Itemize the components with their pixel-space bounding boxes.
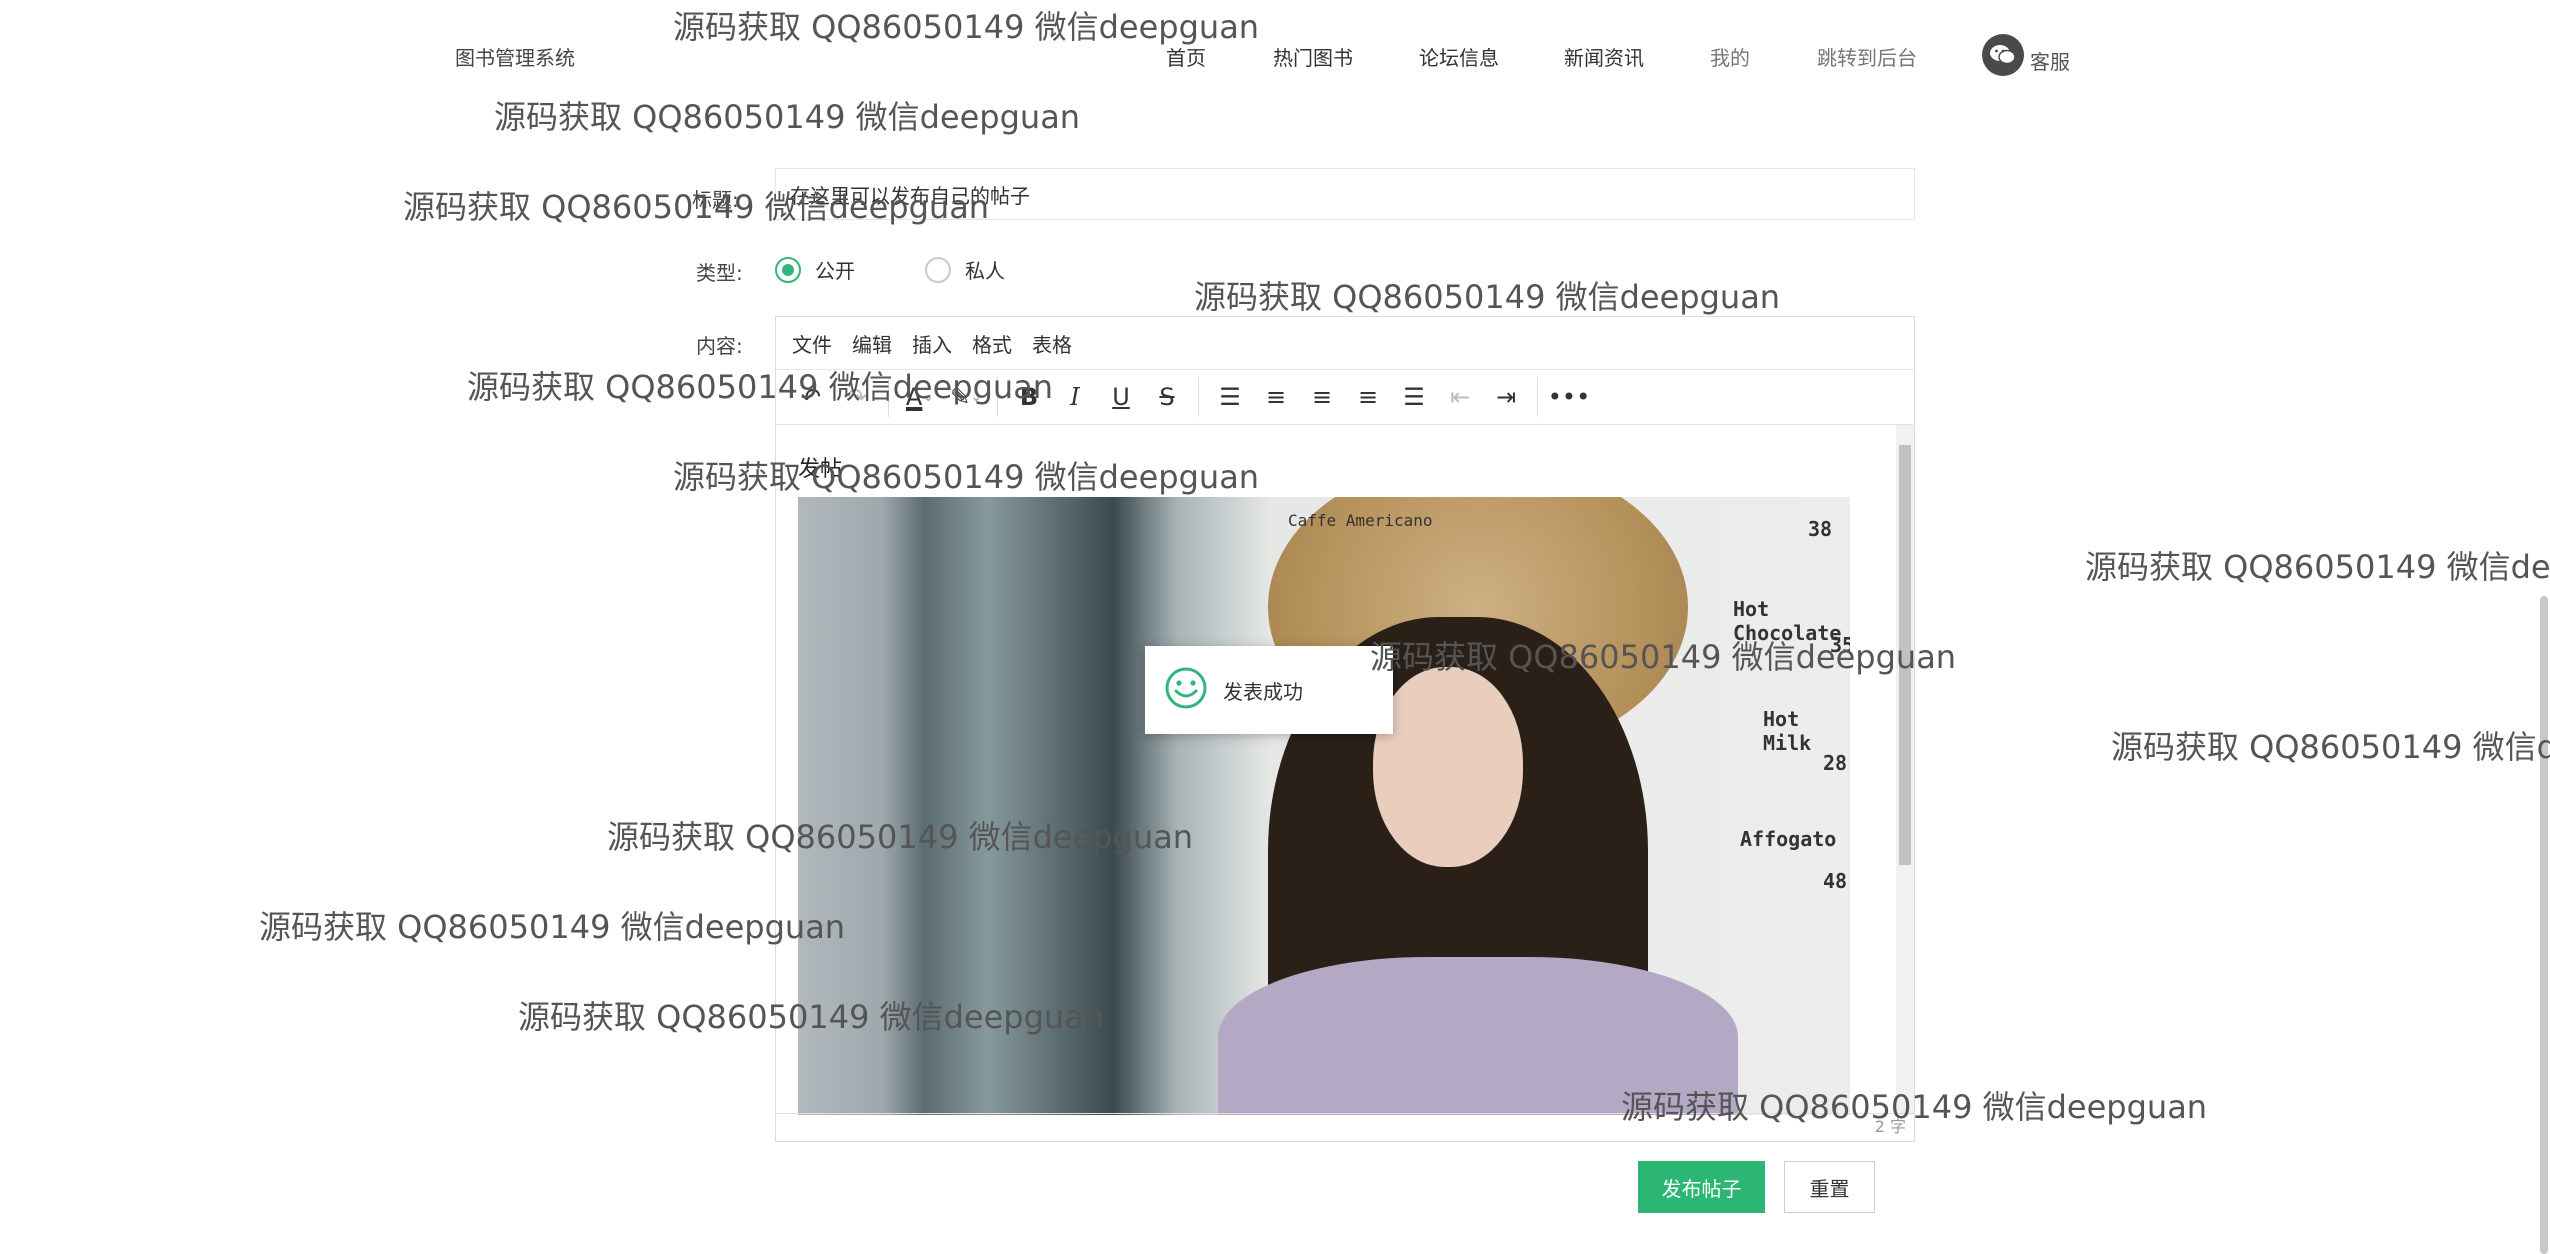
nav-news[interactable]: 新闻资讯 <box>1564 42 1644 71</box>
nav-hot-books[interactable]: 热门图书 <box>1273 42 1353 71</box>
align-justify-icon[interactable]: ☰ <box>1391 375 1437 419</box>
photo-menu-price: 48 <box>1823 869 1848 893</box>
watermark: 源码获取 QQ86050149 微信deepguan <box>494 98 1081 136</box>
word-count: 2 字 <box>1874 1117 1906 1136</box>
photo-menu-item: Affogato <box>1740 827 1837 851</box>
editor-scroll-thumb[interactable] <box>1899 445 1911 865</box>
redo-icon[interactable]: ↷ <box>834 375 880 419</box>
content-label: 内容: <box>696 334 743 358</box>
menu-format[interactable]: 格式 <box>972 329 1012 358</box>
toolbar-divider <box>997 377 998 417</box>
toast-message: 发表成功 <box>1223 679 1303 704</box>
photo-menu-price: 28 <box>1823 751 1848 775</box>
reset-button[interactable]: 重置 <box>1784 1161 1875 1213</box>
strikethrough-icon[interactable]: S <box>1144 375 1190 419</box>
indent-icon[interactable]: ⇥ <box>1483 375 1529 419</box>
underline-icon[interactable]: U <box>1098 375 1144 419</box>
radio-private[interactable] <box>925 256 951 283</box>
text-color-icon[interactable]: A ⌄ <box>897 375 943 419</box>
bold-icon[interactable]: B <box>1006 375 1052 419</box>
photo-menu-price: 38 <box>1808 517 1833 541</box>
more-icon[interactable]: ••• <box>1546 375 1592 419</box>
menu-insert[interactable]: 插入 <box>912 329 952 358</box>
editor-toolbar: ↶ ↷ A ⌄ ✎ ⌄ B I U S ☰ ≡ ≡ ≡ ☰ ⇤ ⇥ ••• <box>776 369 1914 425</box>
editor-body-text: 发帖 <box>798 457 843 482</box>
toolbar-divider <box>1198 377 1199 417</box>
highlight-color-icon[interactable]: ✎ ⌄ <box>943 375 989 419</box>
customer-service[interactable]: 客服 <box>1982 34 2070 76</box>
radio-public[interactable] <box>775 256 801 283</box>
smile-icon <box>1165 667 1207 714</box>
toolbar-divider <box>1537 377 1538 417</box>
photo-menu-price: 35 <box>1830 633 1850 657</box>
radio-public-label[interactable]: 公开 <box>815 255 855 284</box>
site-brand: 图书管理系统 <box>455 46 575 70</box>
align-right-icon[interactable]: ≡ <box>1345 375 1391 419</box>
toolbar-divider <box>888 377 889 417</box>
type-label: 类型: <box>696 261 743 285</box>
wechat-icon <box>1982 34 2024 76</box>
photo-menu-item: Hot Milk <box>1763 707 1812 755</box>
align-left-icon[interactable]: ≡ <box>1253 375 1299 419</box>
menu-file[interactable]: 文件 <box>792 329 832 358</box>
watermark: 源码获取 QQ86050149 微信deepguan <box>1194 278 1781 316</box>
editor-content-area[interactable]: 发帖 Caffe Americano 38 Hot Chocolate 35 H… <box>776 425 1898 1115</box>
title-input[interactable] <box>775 168 1915 220</box>
editor-statusbar: 2 字 <box>776 1113 1914 1141</box>
align-center-icon[interactable]: ≡ <box>1299 375 1345 419</box>
type-radio-group: 公开 私人 <box>775 255 1061 284</box>
line-height-icon[interactable]: ☰ <box>1207 375 1253 419</box>
editor-menubar: 文件 编辑 插入 格式 表格 <box>776 317 1914 369</box>
radio-private-label[interactable]: 私人 <box>965 255 1005 284</box>
title-label: 标题: <box>692 188 739 212</box>
nav-mine[interactable]: 我的 <box>1710 42 1750 71</box>
watermark: 源码获取 QQ86050149 微信deepguan <box>259 908 846 946</box>
nav-forum[interactable]: 论坛信息 <box>1419 42 1499 71</box>
menu-table[interactable]: 表格 <box>1032 329 1072 358</box>
service-label: 客服 <box>2030 49 2070 74</box>
watermark: 源码获取 QQ86050149 微信deepguan <box>2085 548 2550 586</box>
photo-shirt <box>1218 957 1738 1115</box>
editor-scrollbar[interactable] <box>1896 425 1914 1115</box>
watermark: 源码获取 QQ86050149 微信deepguan <box>2111 728 2550 766</box>
menu-edit[interactable]: 编辑 <box>852 329 892 358</box>
undo-icon[interactable]: ↶ <box>788 375 834 419</box>
page-scrollbar[interactable] <box>2538 116 2550 1254</box>
success-toast: 发表成功 <box>1145 646 1393 734</box>
italic-icon[interactable]: I <box>1052 375 1098 419</box>
photo-face <box>1373 667 1523 867</box>
submit-post-button[interactable]: 发布帖子 <box>1638 1161 1765 1213</box>
nav-admin[interactable]: 跳转到后台 <box>1817 42 1917 71</box>
inserted-photo[interactable]: Caffe Americano 38 Hot Chocolate 35 Hot … <box>798 497 1850 1115</box>
page-scroll-thumb[interactable] <box>2540 596 2548 1254</box>
photo-menu-item: Caffe Americano <box>1288 511 1433 530</box>
outdent-icon[interactable]: ⇤ <box>1437 375 1483 419</box>
nav-home[interactable]: 首页 <box>1166 42 1206 71</box>
